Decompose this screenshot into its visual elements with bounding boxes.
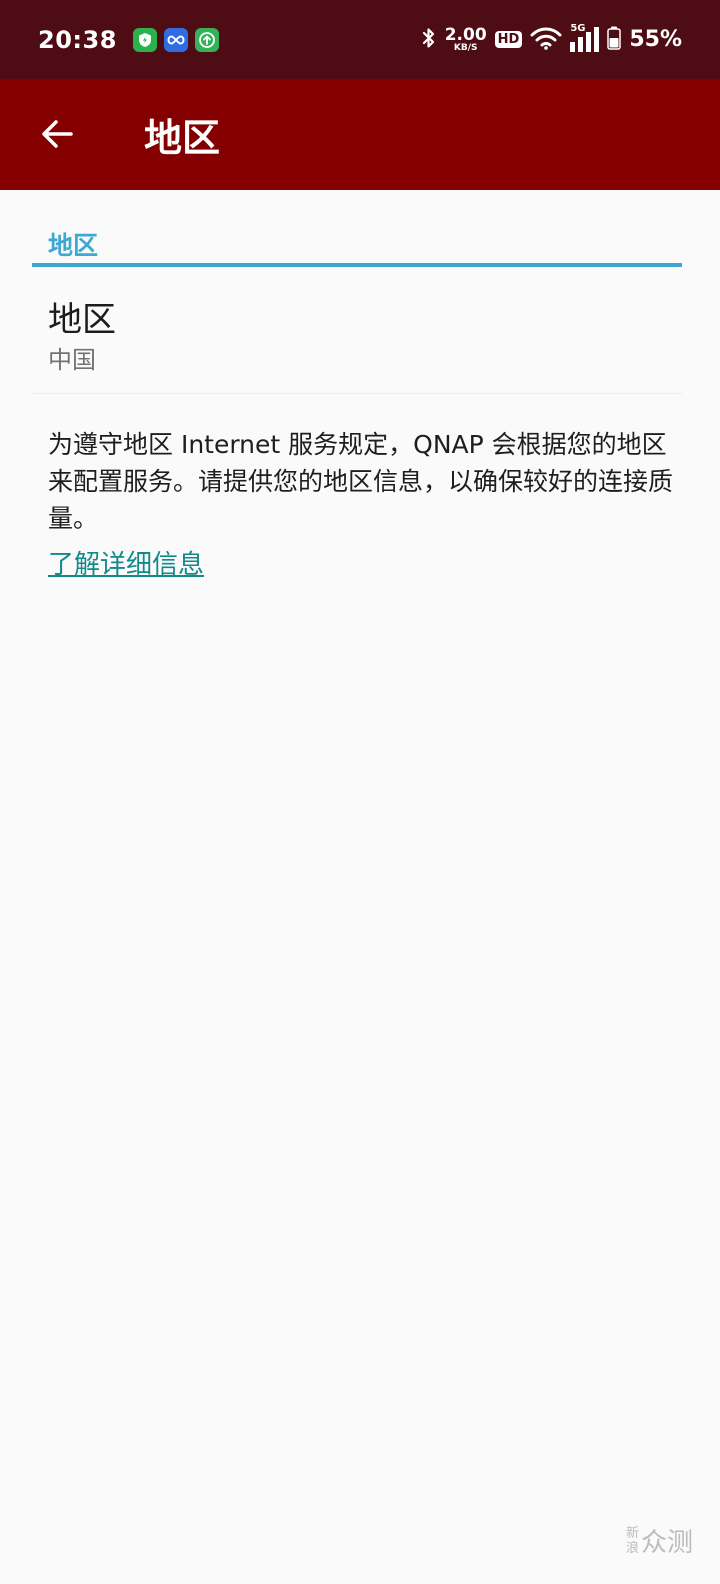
section-header: 地区 xyxy=(48,231,99,260)
watermark: 新 浪 众测 xyxy=(626,1522,693,1559)
app-bar: 地区 xyxy=(0,79,720,190)
status-time: 20:38 xyxy=(38,25,117,54)
wifi-icon xyxy=(530,26,562,54)
upload-app-icon xyxy=(194,27,219,52)
item-divider xyxy=(32,393,682,394)
battery-percent: 55% xyxy=(629,27,682,52)
signal-icon: 5G xyxy=(570,23,600,52)
preference-summary: 中国 xyxy=(48,346,96,374)
region-description: 为遵守地区 Internet 服务规定，QNAP 会根据您的地区来配置服务。请提… xyxy=(48,430,674,533)
shield-app-icon xyxy=(132,27,157,52)
watermark-text: 众测 xyxy=(641,1528,694,1558)
notification-icons xyxy=(132,27,219,52)
region-preference[interactable]: 地区 中国 xyxy=(32,268,682,394)
hd-badge: HD xyxy=(494,31,523,48)
bluetooth-icon xyxy=(421,26,437,54)
arrow-left-icon xyxy=(42,120,73,148)
section-divider xyxy=(32,263,682,267)
infinity-app-icon xyxy=(163,27,188,52)
status-indicators: 2.00 KB/S HD 5G 55% xyxy=(421,23,682,54)
learn-more-link[interactable]: 了解详细信息 xyxy=(48,544,204,581)
watermark-logo: 新 浪 xyxy=(626,1525,640,1556)
battery-icon xyxy=(607,26,622,54)
network-speed: 2.00 KB/S xyxy=(444,24,487,53)
status-bar: 20:38 2.00 KB/S HD 5G 55% xyxy=(0,0,720,79)
page-title: 地区 xyxy=(144,116,221,160)
back-button[interactable] xyxy=(32,109,82,159)
preference-title: 地区 xyxy=(48,300,116,340)
